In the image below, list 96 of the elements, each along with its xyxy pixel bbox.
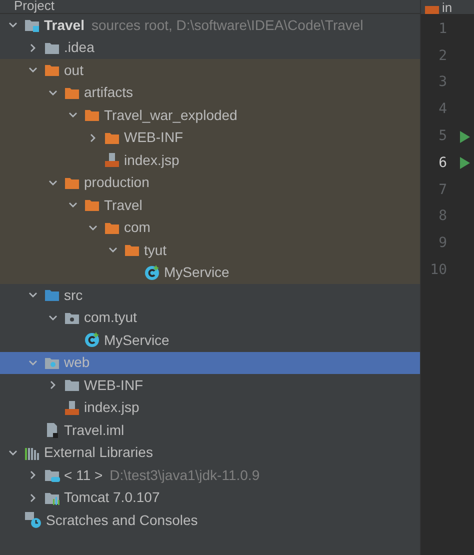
tree-row[interactable]: index.jsp	[0, 149, 420, 172]
jsp-file-icon	[64, 400, 80, 416]
folder-icon	[64, 176, 80, 190]
run-icon[interactable]	[460, 130, 470, 143]
jsp-file-icon	[104, 152, 120, 168]
tree-row[interactable]: External Libraries	[0, 442, 420, 464]
item-label: tyut	[144, 240, 167, 260]
line-number: 7	[438, 180, 447, 200]
tree-row[interactable]: Travel.iml	[0, 419, 420, 442]
tree-row[interactable]: tyut	[0, 239, 420, 262]
item-label: MyService	[164, 263, 230, 282]
tree-row[interactable]: Travel_war_exploded	[0, 104, 420, 126]
tree-row[interactable]: Travel	[0, 194, 420, 216]
tree-row[interactable]: WEB-INF	[0, 374, 420, 396]
item-label: artifacts	[84, 83, 134, 102]
item-label: Scratches and Consoles	[46, 510, 198, 530]
folder-icon	[44, 63, 60, 78]
run-icon[interactable]	[460, 157, 470, 170]
class-icon	[144, 264, 160, 281]
jdk-folder-icon	[44, 468, 60, 482]
tree-row[interactable]: WEB-INF	[0, 126, 420, 149]
item-label: Travel_war_exploded	[104, 106, 238, 125]
tree-row[interactable]: Tomcat 7.0.107	[0, 486, 420, 509]
folder-icon	[64, 86, 80, 100]
item-label: < 11 >	[64, 466, 103, 485]
folder-icon	[44, 288, 60, 302]
chevron-right-icon[interactable]	[48, 380, 58, 390]
line-number: 1	[438, 20, 447, 39]
item-label: WEB-INF	[124, 128, 184, 148]
package-icon	[64, 310, 80, 325]
folder-icon	[84, 108, 100, 122]
item-label: out	[64, 60, 84, 80]
line-number: 2	[438, 46, 447, 66]
tree-row[interactable]: .idea	[0, 36, 420, 59]
item-label: Tomcat 7.0.107	[64, 488, 160, 508]
item-label: Travel	[104, 196, 142, 215]
item-label: production	[84, 173, 150, 192]
item-label: index.jsp	[124, 150, 180, 170]
tree-row[interactable]: Travel sources root, D:\software\IDEA\Code\Travel	[0, 14, 420, 36]
item-label: web	[64, 353, 90, 372]
chevron-down-icon[interactable]	[88, 222, 98, 233]
tree-row[interactable]: Scratches and Consoles	[0, 509, 420, 532]
tree-row[interactable]: production	[0, 172, 420, 194]
chevron-right-icon[interactable]	[28, 470, 38, 480]
library-folder-icon	[44, 490, 60, 505]
tree-row[interactable]: out	[0, 59, 420, 82]
jsp-file-icon	[425, 6, 439, 14]
line-number: 4	[438, 100, 447, 120]
tree-row[interactable]: MyService	[0, 262, 420, 284]
line-number: 9	[438, 234, 447, 254]
item-label: Travel	[44, 16, 84, 35]
folder-icon	[104, 220, 120, 235]
folder-icon	[44, 40, 60, 55]
item-label: Travel.iml	[64, 420, 124, 440]
item-detail: sources root, D:\software\IDEA\Code\Travel	[91, 16, 364, 35]
module-folder-icon	[24, 18, 40, 32]
chevron-right-icon[interactable]	[28, 42, 38, 53]
tree-row[interactable]: com.tyut	[0, 306, 420, 329]
tree-row[interactable]: com	[0, 216, 420, 239]
tree-row[interactable]: < 11 > D:\test3\java1\jdk-11.0.9	[0, 464, 420, 486]
tree-row[interactable]: artifacts	[0, 82, 420, 104]
chevron-right-icon[interactable]	[28, 492, 38, 503]
class-icon	[84, 332, 100, 348]
chevron-down-icon[interactable]	[48, 88, 58, 98]
line-number: 5	[438, 127, 447, 146]
tree-row[interactable]: index.jsp	[0, 396, 420, 419]
chevron-down-icon[interactable]	[48, 178, 58, 188]
folder-icon	[104, 130, 120, 145]
folder-icon	[84, 198, 100, 212]
line-number: 8	[438, 207, 447, 226]
item-label: index.jsp	[84, 398, 140, 418]
item-label: src	[64, 286, 83, 305]
folder-icon	[124, 243, 140, 258]
chevron-right-icon[interactable]	[88, 132, 98, 143]
line-number: 3	[438, 73, 447, 92]
editor-tab[interactable]: in	[421, 0, 474, 14]
file-icon	[44, 422, 60, 438]
scratches-icon	[24, 511, 42, 530]
tree-row[interactable]: MyService	[0, 329, 420, 352]
item-label: com.tyut	[84, 308, 137, 328]
item-detail: D:\test3\java1\jdk-11.0.9	[110, 466, 260, 485]
item-label: External Libraries	[44, 443, 153, 462]
tab-title: in	[442, 1, 452, 14]
tree-row[interactable]: src	[0, 284, 420, 306]
item-label: com	[124, 218, 150, 238]
item-label: MyService	[104, 330, 170, 350]
line-number: 6	[438, 154, 447, 173]
item-label: WEB-INF	[84, 376, 144, 395]
web-folder-icon	[44, 356, 60, 370]
chevron-down-icon[interactable]	[48, 312, 58, 323]
item-label: .idea	[64, 38, 94, 58]
line-number: 10	[429, 261, 447, 280]
chevron-down-icon[interactable]	[28, 358, 38, 368]
folder-icon	[64, 378, 80, 392]
panel-title[interactable]: Project	[14, 0, 54, 12]
chevron-down-icon[interactable]	[8, 448, 18, 458]
